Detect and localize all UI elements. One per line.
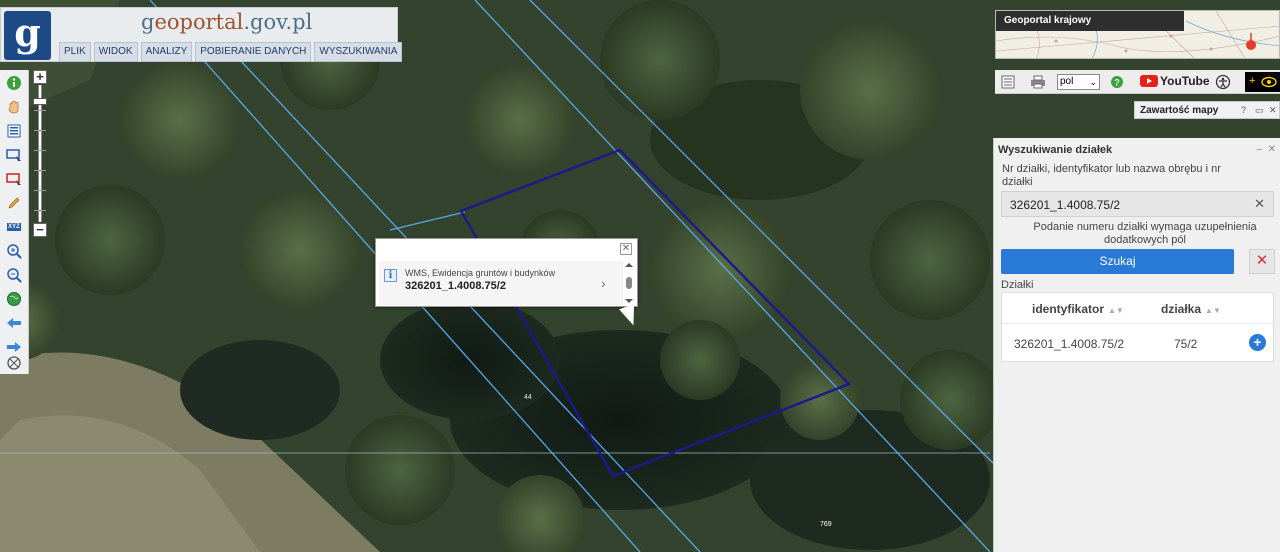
cell-dzialka: 75/2: [1174, 337, 1198, 351]
map-label: 769: [820, 521, 832, 528]
results-label: Działki: [1001, 279, 1034, 291]
minimize-icon[interactable]: –: [1256, 144, 1262, 155]
zoom-tick: [34, 110, 46, 111]
zoom-slider-handle[interactable]: [33, 98, 47, 105]
site-title: geoportal.gov.pl: [141, 10, 312, 34]
sort-icon: ▲▼: [1108, 306, 1124, 315]
column-header-dzialka[interactable]: działka ▲▼: [1161, 302, 1221, 316]
info-icon: i: [384, 269, 397, 282]
cancel-button[interactable]: ✕: [1249, 249, 1275, 274]
locate-icon[interactable]: [5, 354, 23, 372]
parcel-search-panel: Wyszukiwanie działek – ✕ Nr działki, ide…: [993, 138, 1280, 552]
zoom-tick: [34, 150, 46, 151]
help-icon[interactable]: ?: [1110, 75, 1124, 94]
zoom-tick: [34, 210, 46, 211]
map-content-panel-tab[interactable]: Zawartość mapy ? ▭ ✕: [1134, 101, 1280, 119]
menu-widok[interactable]: WIDOK: [93, 42, 138, 62]
zoom-plus-button[interactable]: +: [33, 70, 47, 84]
left-toolbar: XYZ: [0, 70, 29, 374]
layers-list-icon[interactable]: [5, 122, 23, 140]
popup-parcel-id: 326201_1.4008.75/2: [405, 280, 506, 292]
menu-plik[interactable]: PLIK: [59, 42, 91, 62]
search-field-label: Nr działki, identyfikator lub nazwa obrę…: [1002, 163, 1221, 188]
minimize-icon[interactable]: ▭: [1255, 105, 1264, 116]
map-content-title: Zawartość mapy: [1140, 105, 1219, 116]
table-divider: [1002, 323, 1275, 324]
xyz-icon[interactable]: XYZ: [5, 218, 23, 236]
chevron-down-icon: ⌄: [1089, 77, 1097, 87]
site-title-prefix: g: [141, 10, 155, 34]
zoom-minus-button[interactable]: −: [33, 223, 47, 237]
search-button[interactable]: Szukaj: [1001, 249, 1234, 274]
popup-layer-name: WMS, Ewidencja gruntów i budynków: [405, 268, 556, 278]
accessibility-icon[interactable]: [1215, 74, 1231, 95]
panel-controls: – ✕: [1256, 144, 1276, 155]
back-arrow-icon[interactable]: [5, 314, 23, 332]
site-title-suffix: .gov.pl: [243, 10, 313, 34]
pan-hand-icon[interactable]: [5, 98, 23, 116]
globe-icon[interactable]: [5, 290, 23, 308]
eye-icon: [1261, 76, 1277, 88]
select-rect-icon[interactable]: [5, 146, 23, 164]
pencil-icon[interactable]: [5, 194, 23, 212]
zoom-slider-track[interactable]: [38, 85, 42, 222]
add-parcel-button[interactable]: +: [1249, 334, 1266, 351]
menu-wyszukiwania[interactable]: WYSZUKIWANIA: [314, 42, 403, 62]
site-title-accent: eoportal: [154, 10, 244, 34]
overview-map-title[interactable]: Geoportal krajowy: [996, 11, 1184, 31]
results-table: identyfikator ▲▼ działka ▲▼ 326201_1.4008.…: [1001, 292, 1275, 362]
contrast-toggle[interactable]: +: [1245, 72, 1280, 92]
map-label: 44: [524, 394, 532, 401]
header: g geoportal.gov.pl PLIK WIDOK ANALIZY PO…: [0, 7, 403, 62]
clear-select-icon[interactable]: [5, 170, 23, 188]
popup-close-button[interactable]: ✕: [620, 243, 632, 255]
popup-scrollbar[interactable]: [623, 261, 635, 305]
geoportal-logo[interactable]: g: [4, 11, 51, 60]
cell-identyfikator: 326201_1.4008.75/2: [1014, 337, 1125, 351]
youtube-link[interactable]: YouTube: [1140, 74, 1210, 88]
zoom-tick: [34, 130, 46, 131]
search-input-value: 326201_1.4008.75/2: [1010, 198, 1121, 212]
menu-pobieranie-danych[interactable]: POBIERANIE DANYCH: [195, 42, 312, 62]
panel-title: Wyszukiwanie działek: [998, 144, 1113, 156]
zoom-tick: [34, 170, 46, 171]
zoom-tick: [34, 190, 46, 191]
info-icon[interactable]: [5, 74, 23, 92]
sort-icon: ▲▼: [1205, 306, 1221, 315]
language-value: pol: [1060, 76, 1074, 87]
search-hint: Podanie numeru działki wymaga uzupełnien…: [1033, 221, 1257, 246]
print-icon[interactable]: [1030, 75, 1046, 94]
close-icon[interactable]: ✕: [1269, 105, 1277, 116]
help-icon[interactable]: ?: [1241, 105, 1246, 115]
overview-map[interactable]: Geoportal krajowy: [995, 10, 1280, 59]
top-right-toolbar: pol ⌄ ? YouTube +: [995, 70, 1280, 94]
clear-input-icon[interactable]: ✕: [1254, 196, 1265, 212]
xyz-label: XYZ: [7, 223, 21, 231]
popup-result-item[interactable]: i WMS, Ewidencja gruntów i budynków 3262…: [379, 261, 623, 305]
main-menu: PLIK WIDOK ANALIZY POBIERANIE DANYCH WYS…: [59, 42, 403, 62]
feature-info-popup: ✕ i WMS, Ewidencja gruntów i budynków 32…: [375, 238, 638, 307]
svg-text:?: ?: [1114, 78, 1120, 88]
youtube-label: YouTube: [1160, 74, 1210, 88]
zoom-in-icon[interactable]: [5, 242, 23, 260]
plus-icon: +: [1249, 75, 1256, 87]
chevron-right-icon[interactable]: ›: [601, 275, 606, 291]
zoom-out-icon[interactable]: [5, 266, 23, 284]
parcel-search-input[interactable]: 326201_1.4008.75/2 ✕: [1001, 191, 1274, 217]
document-icon[interactable]: [1001, 75, 1015, 94]
language-select[interactable]: pol ⌄: [1057, 74, 1100, 90]
youtube-icon: [1140, 75, 1158, 87]
column-header-identyfikator[interactable]: identyfikator ▲▼: [1032, 302, 1124, 316]
close-icon[interactable]: ✕: [1268, 144, 1276, 155]
menu-analizy[interactable]: ANALIZY: [140, 42, 193, 62]
